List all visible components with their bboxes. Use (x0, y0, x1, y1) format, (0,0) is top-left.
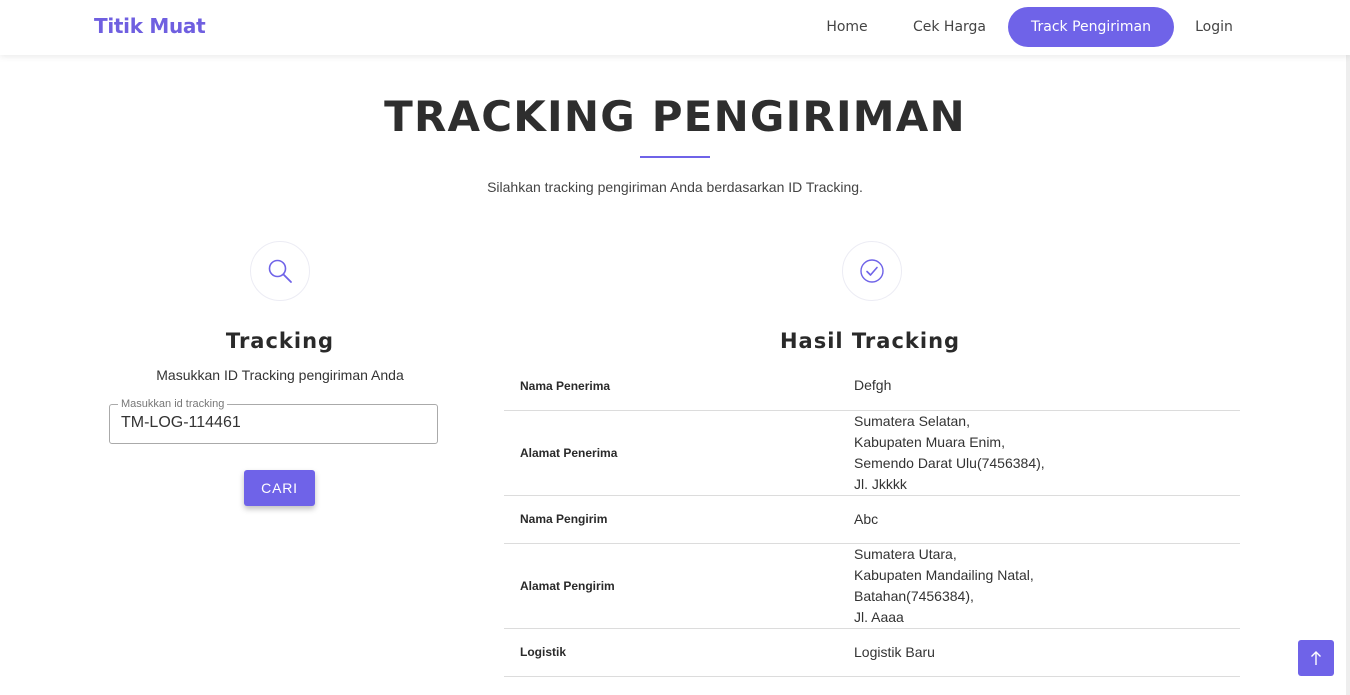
row-label: Logistik (504, 628, 838, 677)
row-label: Alamat Penerima (504, 410, 838, 496)
value-line: Kabupaten Mandailing Natal, (854, 566, 1034, 583)
tracking-id-input[interactable] (121, 414, 421, 432)
scrollbar[interactable] (1346, 55, 1350, 695)
value-line: Jl. Aaaa (854, 608, 904, 625)
result-title: Hasil Tracking (779, 329, 961, 353)
nav-login[interactable]: Login (1186, 7, 1242, 47)
tracking-instruction: Masukkan ID Tracking pengiriman Anda (156, 367, 404, 383)
title-underline (640, 156, 710, 158)
value-line: Sumatera Utara, (854, 545, 957, 562)
value-line: Sumatera Selatan, (854, 412, 970, 429)
row-value: Sumatera Selatan, Kabupaten Muara Enim, … (838, 410, 1240, 496)
tracking-title: Tracking (225, 329, 335, 353)
value-line: Jl. Jkkkk (854, 475, 907, 492)
row-label: Nama Pengirim (504, 495, 838, 544)
row-label: Nama Penerima (504, 362, 838, 411)
row-value: Logistik Baru (838, 628, 1240, 677)
nav-cek-harga[interactable]: Cek Harga (902, 7, 997, 47)
navbar: Titik Muat Home Cek Harga Track Pengirim… (0, 0, 1350, 55)
row-value: Defgh (838, 362, 1240, 411)
tracking-id-label: Masukkan id tracking (118, 398, 228, 411)
value-line: Abc (854, 510, 879, 527)
table-row: Alamat Penerima Sumatera Selatan, Kabupa… (504, 410, 1240, 496)
arrow-up-icon (1311, 651, 1321, 665)
nav-home[interactable]: Home (815, 7, 879, 47)
table-row: Nama Penerima Defgh (504, 362, 1240, 411)
value-line: Kabupaten Muara Enim, (854, 433, 1005, 450)
cari-button[interactable]: CARI (244, 470, 315, 506)
check-circle-icon (842, 241, 902, 301)
nav-track-pengiriman[interactable]: Track Pengiriman (1008, 7, 1174, 47)
search-icon (250, 241, 310, 301)
value-line: Semendo Darat Ulu(7456384), (854, 454, 1045, 471)
result-table: Nama Penerima Defgh Alamat Penerima Suma… (504, 362, 1240, 677)
table-row: Nama Pengirim Abc (504, 495, 1240, 544)
page-title: TRACKING PENGIRIMAN (384, 92, 966, 141)
page-subtitle: Silahkan tracking pengiriman Anda berdas… (487, 179, 863, 195)
tracking-id-field[interactable]: Masukkan id tracking (109, 398, 438, 444)
back-to-top-button[interactable] (1298, 640, 1334, 676)
row-value: Abc (838, 495, 1240, 544)
value-line: Logistik Baru (854, 643, 935, 660)
value-line: Batahan(7456384), (854, 587, 974, 604)
row-label: Alamat Pengirim (504, 543, 838, 629)
table-row: Logistik Logistik Baru (504, 628, 1240, 677)
brand-logo[interactable]: Titik Muat (94, 14, 206, 38)
value-line: Defgh (854, 377, 892, 394)
row-value: Sumatera Utara, Kabupaten Mandailing Nat… (838, 543, 1240, 629)
table-row: Alamat Pengirim Sumatera Utara, Kabupate… (504, 543, 1240, 629)
